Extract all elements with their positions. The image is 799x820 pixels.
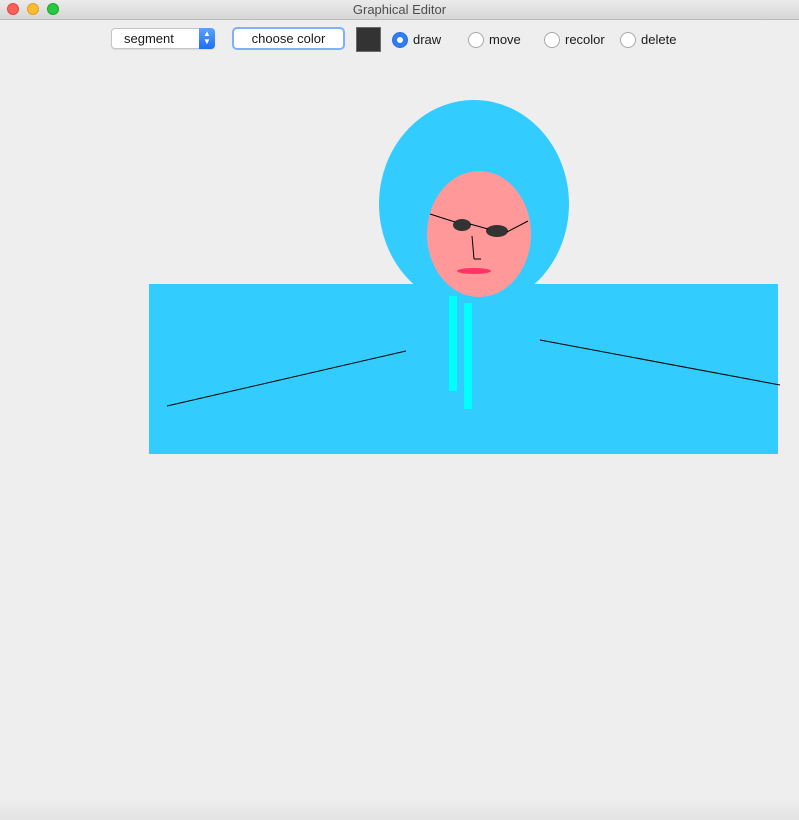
face-ellipse[interactable] xyxy=(427,171,531,297)
current-color-swatch xyxy=(356,27,381,52)
shape-type-select-value: segment xyxy=(124,31,174,46)
choose-color-button[interactable]: choose color xyxy=(232,27,345,50)
move-mode-label[interactable]: move xyxy=(489,32,521,47)
drawing-surface[interactable] xyxy=(0,60,799,800)
chevron-updown-icon: ▲ ▼ xyxy=(199,28,215,49)
recolor-mode-radio[interactable] xyxy=(544,32,560,48)
left-cyan-strip[interactable] xyxy=(449,296,457,391)
draw-mode-label[interactable]: draw xyxy=(413,32,441,47)
delete-mode-radio[interactable] xyxy=(620,32,636,48)
body-rectangle[interactable] xyxy=(149,284,778,454)
toolbar: segment ▲ ▼ choose color draw move recolo… xyxy=(0,20,799,60)
recolor-mode-label[interactable]: recolor xyxy=(565,32,605,47)
window-title: Graphical Editor xyxy=(352,2,447,17)
title-bar: Graphical Editor xyxy=(0,0,799,20)
delete-mode-label[interactable]: delete xyxy=(641,32,676,47)
left-lens-ellipse[interactable] xyxy=(453,219,471,231)
right-cyan-strip[interactable] xyxy=(464,303,472,409)
right-lens-ellipse[interactable] xyxy=(486,225,508,237)
lips-ellipse[interactable] xyxy=(457,268,491,274)
app-window: Graphical Editor segment ▲ ▼ choose color… xyxy=(0,0,799,820)
drawing-canvas[interactable] xyxy=(0,60,799,800)
shape-type-select[interactable]: segment ▲ ▼ xyxy=(111,28,215,49)
move-mode-radio[interactable] xyxy=(468,32,484,48)
window-bottom-edge xyxy=(0,800,799,820)
draw-mode-radio[interactable] xyxy=(392,32,408,48)
